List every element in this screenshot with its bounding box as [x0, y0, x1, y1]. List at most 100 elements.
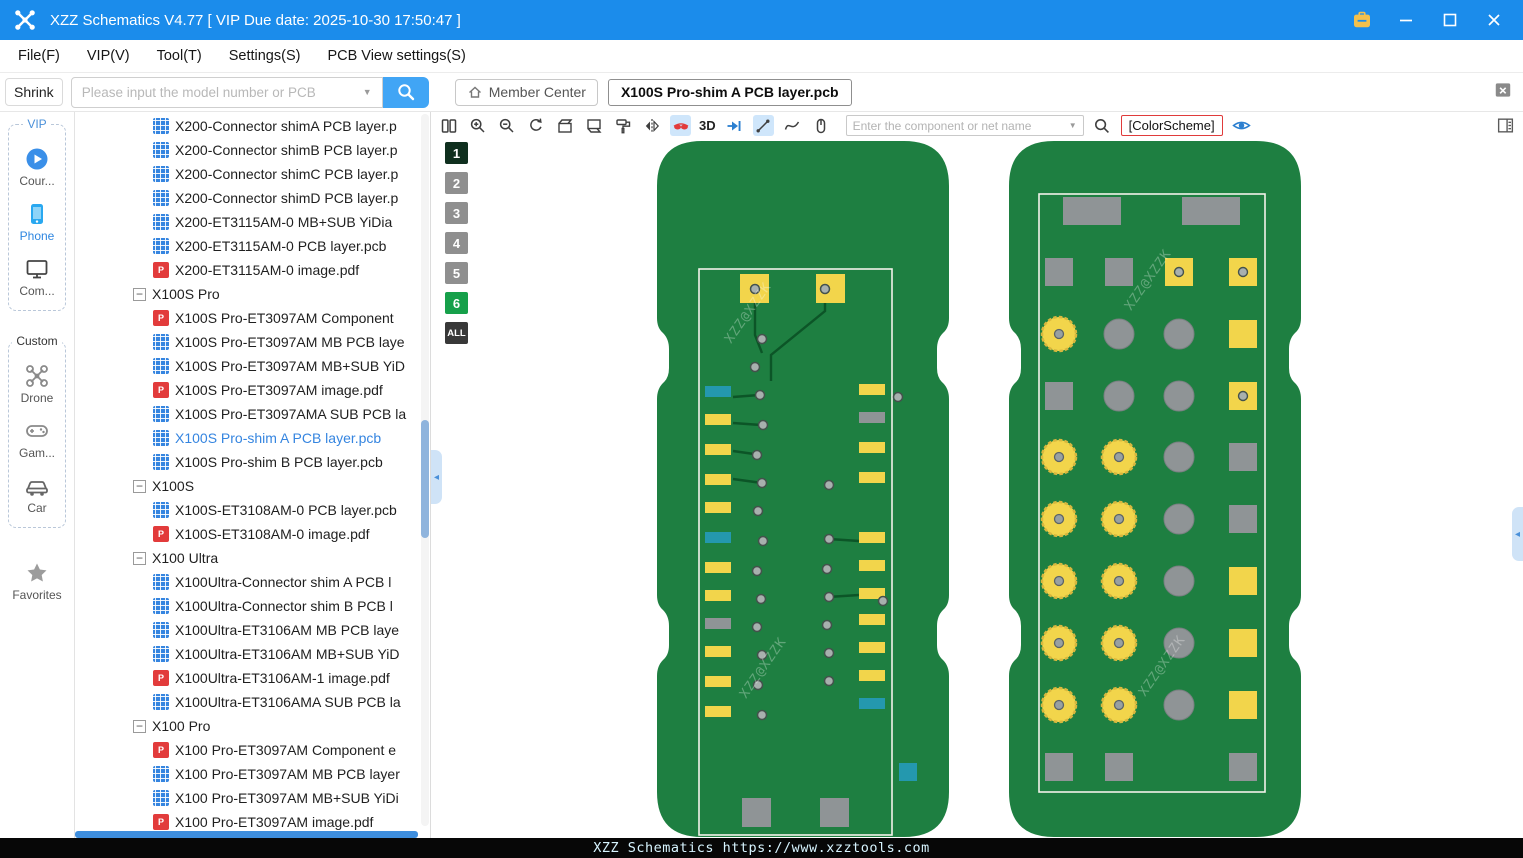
tree-item-label: X100S Pro-ET3097AM MB PCB laye — [175, 334, 405, 350]
tree-collapse-handle[interactable]: ◂ — [431, 450, 442, 504]
tree-file-row[interactable]: X200-ET3115AM-0 MB+SUB YiDia — [75, 210, 430, 234]
maximize-button[interactable] — [1439, 9, 1461, 31]
tree-file-row[interactable]: X100 Pro-ET3097AM MB+SUB YiDi — [75, 786, 430, 810]
component-net-search-input[interactable]: Enter the component or net name ▼ — [845, 115, 1084, 136]
menu-item[interactable]: PCB View settings(S) — [327, 48, 465, 64]
pcb-board-left — [657, 141, 949, 837]
bottom-layer-box-icon[interactable] — [583, 115, 604, 136]
tree-scrollbar-thumb[interactable] — [421, 420, 429, 538]
curve-icon[interactable] — [782, 115, 803, 136]
layer-button-1[interactable]: 1 — [445, 142, 468, 164]
shrink-button[interactable]: Shrink — [5, 78, 63, 106]
collapse-minus-icon[interactable]: − — [133, 479, 146, 493]
pcb-file-icon — [153, 406, 169, 422]
layer-button-4[interactable]: 4 — [445, 232, 468, 254]
tree-file-row[interactable]: P X100S Pro-ET3097AM image.pdf — [75, 378, 430, 402]
layer-button-3[interactable]: 3 — [445, 202, 468, 224]
net-search-icon[interactable] — [1092, 115, 1113, 136]
tree-horizontal-scrollbar[interactable] — [75, 831, 418, 838]
tree-file-row[interactable]: X100Ultra-Connector shim A PCB l — [75, 570, 430, 594]
tree-file-row[interactable]: X100Ultra-ET3106AM MB+SUB YiD — [75, 642, 430, 666]
3d-toggle-button[interactable]: 3D — [699, 118, 716, 133]
menu-item[interactable]: Tool(T) — [157, 48, 202, 64]
top-layer-box-icon[interactable] — [554, 115, 575, 136]
pcb-file-icon — [153, 118, 169, 134]
jump-arrow-icon[interactable] — [724, 115, 745, 136]
tree-file-row[interactable]: P X100S-ET3108AM-0 image.pdf — [75, 522, 430, 546]
member-center-button[interactable]: Member Center — [454, 78, 598, 106]
layer-button-2[interactable]: 2 — [445, 172, 468, 194]
tree-file-row[interactable]: X100S Pro-ET3097AMA SUB PCB la — [75, 402, 430, 426]
rotate-icon[interactable] — [525, 115, 546, 136]
tree-file-row[interactable]: X100S-ET3108AM-0 PCB layer.pcb — [75, 498, 430, 522]
vip-package-icon[interactable] — [1351, 9, 1373, 31]
collapse-minus-icon[interactable]: − — [133, 719, 146, 733]
tree-file-row[interactable]: X200-Connector shimD PCB layer.p — [75, 186, 430, 210]
tree-file-row[interactable]: P X100 Pro-ET3097AM Component e — [75, 738, 430, 762]
menu-item[interactable]: VIP(V) — [87, 48, 130, 64]
tree-file-row[interactable]: X100S Pro-ET3097AM MB PCB laye — [75, 330, 430, 354]
pcb-file-icon — [153, 430, 169, 446]
menu-item[interactable]: File(F) — [18, 48, 60, 64]
mouse-mode-icon[interactable] — [811, 115, 832, 136]
tree-file-row[interactable]: X200-ET3115AM-0 PCB layer.pcb — [75, 234, 430, 258]
collapse-minus-icon[interactable]: − — [133, 551, 146, 565]
sidebar-item-car[interactable]: Car — [19, 473, 55, 515]
split-view-icon[interactable] — [438, 115, 459, 136]
layer-eye-icon[interactable] — [1231, 115, 1252, 136]
layer-button-6[interactable]: 6 — [445, 292, 468, 314]
tree-file-row[interactable]: X100 Pro-ET3097AM MB PCB layer — [75, 762, 430, 786]
sidebar-item-favorites[interactable]: Favorites — [12, 560, 62, 602]
pcb-file-icon — [153, 166, 169, 182]
zoom-in-icon[interactable] — [467, 115, 488, 136]
tree-file-row[interactable]: X200-Connector shimB PCB layer.p — [75, 138, 430, 162]
close-right-panel-icon[interactable] — [1493, 80, 1513, 105]
right-panel-handle[interactable]: ◂ — [1512, 507, 1523, 561]
tree-file-row[interactable]: X100Ultra-ET3106AMA SUB PCB la — [75, 690, 430, 714]
minimize-button[interactable] — [1395, 9, 1417, 31]
tree-item-label: X100S Pro-shim A PCB layer.pcb — [175, 430, 382, 446]
tree-file-row[interactable]: P X200-ET3115AM-0 image.pdf — [75, 258, 430, 282]
layer-buttons: 1 2 3 4 5 6 ALL — [445, 142, 468, 344]
tree-file-row[interactable]: P X100Ultra-ET3106AM-1 image.pdf — [75, 666, 430, 690]
collapse-minus-icon[interactable]: − — [133, 287, 146, 301]
model-search-input[interactable]: Please input the model number or PCB ▼ — [70, 76, 383, 108]
tree-group-row[interactable]: − X100S — [75, 474, 430, 498]
tree-file-row[interactable]: X100S Pro-ET3097AM MB+SUB YiD — [75, 354, 430, 378]
model-search-button[interactable] — [382, 76, 429, 108]
net-goggles-icon[interactable] — [670, 115, 691, 136]
pdf-file-icon: P — [153, 814, 169, 830]
tree-item-label: X100 Pro-ET3097AM image.pdf — [175, 814, 374, 830]
measure-line-icon[interactable] — [752, 115, 774, 136]
tree-group-row[interactable]: − X100S Pro — [75, 282, 430, 306]
tree-file-row[interactable]: X100Ultra-Connector shim B PCB l — [75, 594, 430, 618]
document-tab[interactable]: X100S Pro-shim A PCB layer.pcb — [607, 78, 852, 106]
sidebar-item-computer[interactable]: Com... — [19, 256, 55, 298]
pcb-file-icon — [153, 622, 169, 638]
layer-button-5[interactable]: 5 — [445, 262, 468, 284]
menu-item[interactable]: Settings(S) — [229, 48, 301, 64]
tree-file-row[interactable]: X100S Pro-shim A PCB layer.pcb — [75, 426, 430, 450]
tree-file-row[interactable]: X200-Connector shimA PCB layer.p — [75, 114, 430, 138]
tree-file-row[interactable]: X100Ultra-ET3106AM MB PCB laye — [75, 618, 430, 642]
sidebar-item-courses[interactable]: Cour... — [19, 146, 55, 188]
layer-button-all[interactable]: ALL — [445, 322, 468, 344]
tree-group-row[interactable]: − X100 Pro — [75, 714, 430, 738]
flip-horizontal-icon[interactable] — [641, 115, 662, 136]
sidebar-item-game[interactable]: Gam... — [19, 418, 55, 460]
tree-group-row[interactable]: − X100 Ultra — [75, 546, 430, 570]
pcb-canvas[interactable]: XZZ@XZZK XZZ@XZZK XZZ@XZZK XZZ@XZZK — [431, 139, 1522, 838]
sidebar-item-drone[interactable]: Drone — [19, 363, 55, 405]
file-tree-panel: X200-Connector shimA PCB layer.p X200-Con… — [75, 112, 431, 838]
sidebar-item-label: Com... — [19, 284, 55, 298]
colorscheme-button[interactable]: [ColorScheme] — [1120, 115, 1223, 136]
close-button[interactable] — [1483, 9, 1505, 31]
paint-roller-icon[interactable] — [612, 115, 633, 136]
panel-list-icon[interactable] — [1495, 115, 1516, 136]
tree-file-row[interactable]: P X100S Pro-ET3097AM Component — [75, 306, 430, 330]
sidebar-item-phone[interactable]: Phone — [19, 201, 54, 243]
zoom-out-icon[interactable] — [496, 115, 517, 136]
tree-file-row[interactable]: X100S Pro-shim B PCB layer.pcb — [75, 450, 430, 474]
tree-file-row[interactable]: X200-Connector shimC PCB layer.p — [75, 162, 430, 186]
tree-vertical-scrollbar[interactable] — [421, 114, 429, 826]
